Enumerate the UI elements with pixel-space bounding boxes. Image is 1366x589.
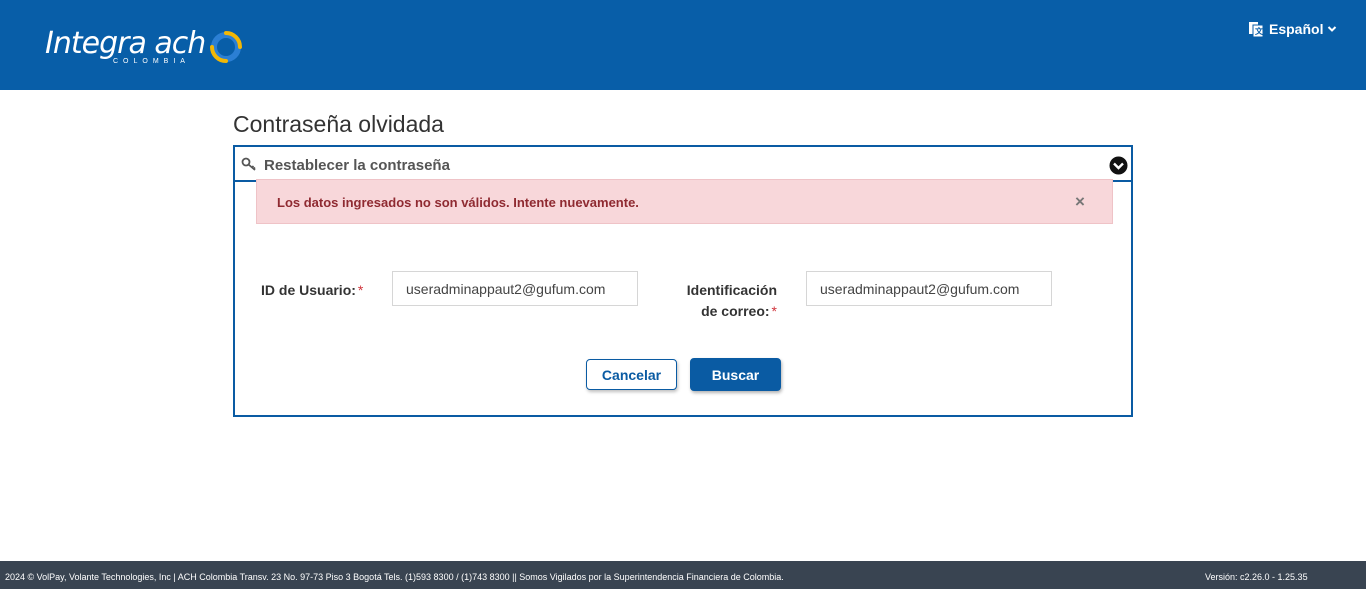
error-message: Los datos ingresados no son válidos. Int… — [277, 195, 639, 210]
top-header: Integra ach COLOMBIA 文 Español — [0, 0, 1366, 90]
reset-password-panel: Restablecer la contraseña Los datos ingr… — [233, 145, 1133, 417]
footer-version: Versión: c2.26.0 - 1.25.35 — [1205, 572, 1308, 582]
required-marker: * — [357, 282, 364, 298]
logo-text: Integra ach — [45, 26, 206, 61]
logo-subtitle: COLOMBIA — [113, 58, 190, 65]
logo-ring-icon — [210, 31, 242, 63]
chevron-down-icon — [1328, 26, 1337, 32]
language-selector[interactable]: 文 Español — [1249, 21, 1337, 37]
key-icon — [241, 157, 256, 171]
cancel-button[interactable]: Cancelar — [586, 359, 677, 390]
integra-ach-logo[interactable]: Integra ach COLOMBIA — [45, 26, 255, 68]
language-label[interactable]: Español — [1269, 21, 1323, 37]
email-input[interactable] — [806, 271, 1052, 306]
user-id-label: ID de Usuario: * — [261, 282, 364, 298]
search-button[interactable]: Buscar — [690, 358, 781, 391]
svg-text:文: 文 — [1255, 26, 1263, 36]
email-label: Identificación de correo: * — [686, 282, 777, 319]
footer-copyright: 2024 © VolPay, Volante Technologies, Inc… — [5, 572, 784, 582]
user-id-input[interactable] — [392, 271, 638, 306]
panel-title: Restablecer la contraseña — [264, 157, 450, 174]
required-marker: * — [771, 303, 777, 319]
footer: 2024 © VolPay, Volante Technologies, Inc… — [0, 561, 1366, 589]
error-alert: Los datos ingresados no son válidos. Int… — [256, 179, 1113, 224]
translate-icon: 文 — [1249, 21, 1263, 37]
close-icon[interactable]: × — [1075, 193, 1085, 210]
page-title: Contraseña olvidada — [233, 111, 444, 137]
panel-header: Restablecer la contraseña — [235, 147, 1131, 182]
chevron-down-circle-icon[interactable] — [1109, 156, 1128, 175]
